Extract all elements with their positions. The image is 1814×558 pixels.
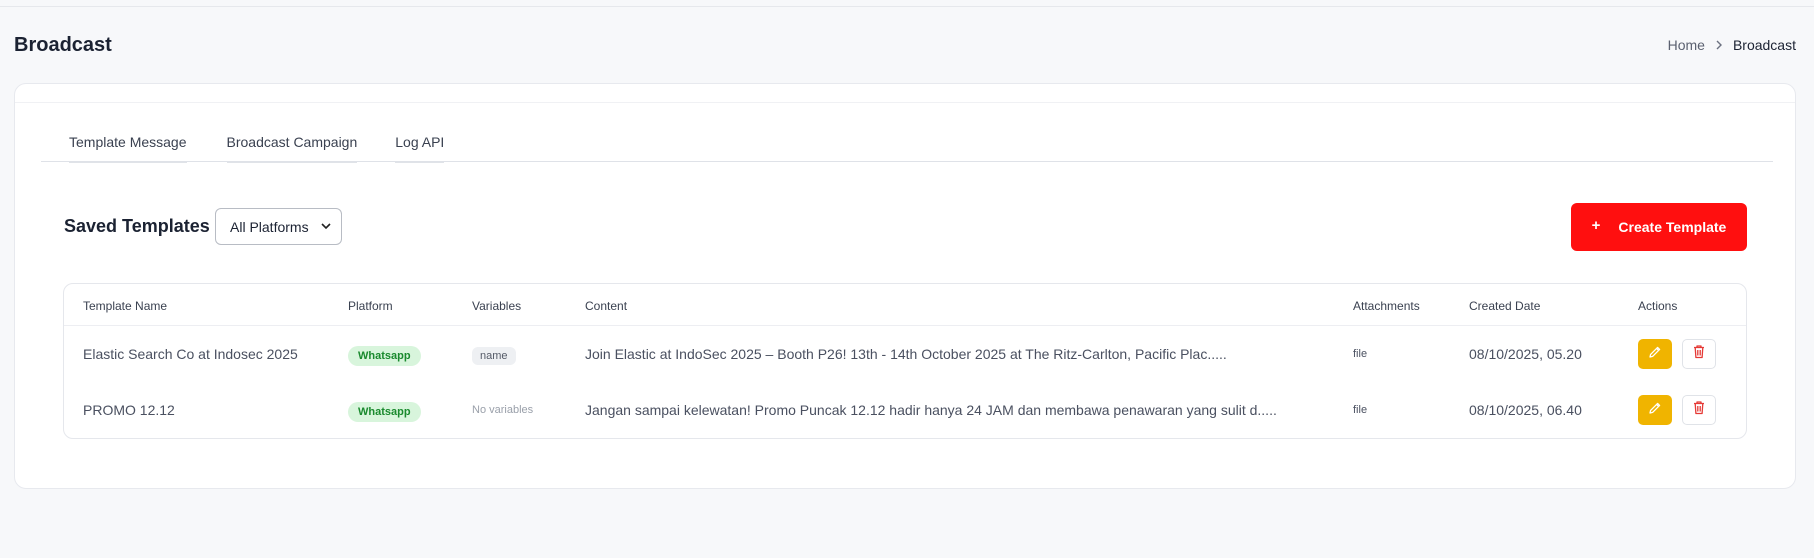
created-date: 08/10/2025, 06.40: [1469, 402, 1582, 418]
column-header-platform: Platform: [348, 299, 393, 313]
chevron-down-icon: [321, 221, 331, 233]
template-content: Jangan sampai kelewatan! Promo Puncak 12…: [585, 402, 1277, 418]
tab-template-message[interactable]: Template Message: [41, 132, 187, 163]
create-template-button[interactable]: + Create Template: [1571, 203, 1747, 251]
template-name: Elastic Search Co at Indosec 2025: [83, 346, 298, 362]
no-variables-label: No variables: [472, 404, 534, 416]
column-header-template-name: Template Name: [83, 299, 168, 313]
edit-button[interactable]: [1638, 339, 1672, 369]
page-title: Broadcast: [14, 34, 112, 56]
saved-templates-heading: Saved Templates: [64, 216, 210, 236]
template-name: PROMO 12.12: [83, 402, 175, 418]
tab-label: Broadcast Campaign: [226, 132, 358, 163]
breadcrumb-home-link[interactable]: Home: [1668, 37, 1705, 53]
platform-badge: Whatsapp: [348, 402, 421, 422]
templates-table: Template Name Platform Variables Content…: [63, 283, 1747, 439]
column-header-content: Content: [585, 299, 628, 313]
pencil-icon: [1648, 345, 1662, 364]
tab-bar: Template Message Broadcast Campaign Log …: [41, 132, 1773, 163]
attachment-label: file: [1353, 348, 1368, 360]
chevron-right-icon: [1715, 38, 1723, 53]
trash-icon: [1692, 344, 1706, 364]
create-template-label: Create Template: [1618, 219, 1727, 235]
table-row: Elastic Search Co at Indosec 2025 Whatsa…: [64, 326, 1746, 382]
tab-label: Log API: [395, 132, 445, 163]
platform-filter-value: All Platforms: [230, 218, 309, 235]
broadcast-card: Template Message Broadcast Campaign Log …: [14, 83, 1796, 489]
top-divider: [0, 6, 1814, 7]
template-content: Join Elastic at IndoSec 2025 – Booth P26…: [585, 346, 1227, 362]
breadcrumb-current: Broadcast: [1732, 37, 1796, 53]
delete-button[interactable]: [1682, 395, 1716, 425]
pencil-icon: [1648, 401, 1662, 420]
table-header: Template Name Platform Variables Content…: [64, 284, 1746, 326]
edit-button[interactable]: [1638, 395, 1672, 425]
platform-filter-select[interactable]: All Platforms: [215, 208, 342, 245]
variable-badge: name: [472, 347, 516, 365]
attachment-label: file: [1353, 404, 1368, 416]
plus-icon: +: [1591, 216, 1601, 234]
trash-icon: [1692, 400, 1706, 420]
column-header-attachments: Attachments: [1353, 299, 1420, 313]
table-row: PROMO 12.12 Whatsapp No variables Jangan…: [64, 382, 1746, 438]
platform-badge: Whatsapp: [348, 346, 421, 366]
column-header-created-date: Created Date: [1469, 299, 1541, 313]
column-header-variables: Variables: [472, 299, 522, 313]
breadcrumb: Home Broadcast: [1668, 37, 1796, 53]
tab-log-api[interactable]: Log API: [367, 132, 445, 163]
created-date: 08/10/2025, 05.20: [1469, 346, 1582, 362]
tab-label: Template Message: [69, 132, 187, 163]
tab-broadcast-campaign[interactable]: Broadcast Campaign: [199, 132, 358, 163]
column-header-actions: Actions: [1638, 299, 1678, 313]
card-divider: [15, 102, 1795, 103]
delete-button[interactable]: [1682, 339, 1716, 369]
